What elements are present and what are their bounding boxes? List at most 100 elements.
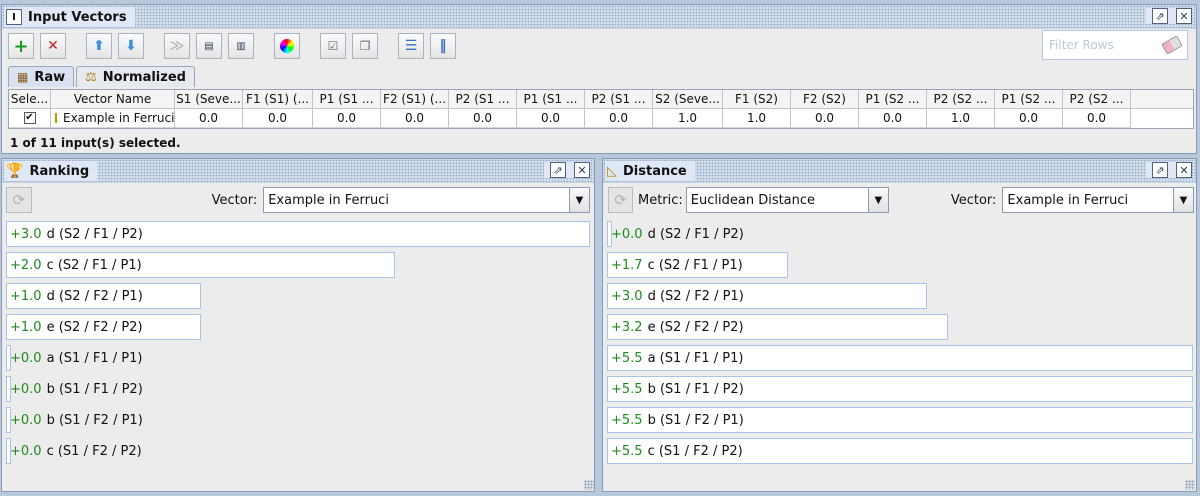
distance-controls: ⟳ Metric: Euclidean Distance ▼ Vector: E… bbox=[608, 186, 1194, 214]
close-icon[interactable]: ✕ bbox=[1176, 8, 1192, 24]
import-sheet-icon[interactable]: ▤ bbox=[196, 33, 222, 59]
resize-grip[interactable] bbox=[1185, 480, 1195, 490]
column-header[interactable]: P1 (S1 ... bbox=[313, 90, 381, 108]
list-item[interactable]: +0.0 a (S1 / F1 / P1) bbox=[6, 345, 143, 371]
column-header[interactable]: S1 (Seve... bbox=[175, 90, 243, 108]
input-vectors-titlebar[interactable]: I Input Vectors ⇗ ✕ bbox=[2, 5, 1196, 29]
column-header[interactable]: P1 (S2 ... bbox=[995, 90, 1063, 108]
column-header[interactable]: P2 (S1 ... bbox=[585, 90, 653, 108]
score-value: +1.0 bbox=[10, 319, 42, 335]
list-item[interactable]: +3.0 d (S2 / F2 / P1) bbox=[607, 283, 927, 309]
metric-select[interactable]: Euclidean Distance ▼ bbox=[685, 187, 889, 213]
vectors-table: Sele... Vector Name S1 (Seve... F1 (S1) (..… bbox=[8, 89, 1194, 129]
ranking-titlebar[interactable]: 🏆 Ranking ⇗ ✕ bbox=[2, 159, 594, 183]
list-item[interactable]: +2.0 c (S2 / F1 / P1) bbox=[6, 252, 395, 278]
column-header[interactable]: F1 (S1) (... bbox=[243, 90, 313, 108]
trophy-icon: 🏆 bbox=[6, 163, 24, 179]
export-sheet-icon[interactable]: ▥ bbox=[228, 33, 254, 59]
chevron-down-icon[interactable]: ▼ bbox=[1173, 188, 1193, 212]
item-label: e (S2 / F2 / P2) bbox=[46, 319, 143, 335]
vector-select[interactable]: Example in Ferruci ▼ bbox=[263, 187, 590, 213]
score-value: +0.0 bbox=[10, 381, 42, 397]
list-item[interactable]: +5.5 c (S1 / F2 / P2) bbox=[607, 438, 1193, 464]
resize-grip[interactable] bbox=[584, 480, 594, 490]
delete-icon[interactable]: ✕ bbox=[40, 33, 66, 59]
undock-icon[interactable]: ⇗ bbox=[550, 162, 566, 178]
table-cell[interactable]: 0.0 bbox=[995, 109, 1063, 128]
refresh-icon[interactable]: ⟳ bbox=[6, 187, 32, 213]
column-header[interactable]: S2 (Seve... bbox=[653, 90, 723, 108]
item-label: a (S1 / F1 / P1) bbox=[46, 350, 143, 366]
clear-filter-icon[interactable] bbox=[1161, 35, 1183, 55]
close-icon[interactable]: ✕ bbox=[574, 162, 590, 178]
table-cell[interactable]: 0.0 bbox=[791, 109, 859, 128]
column-header[interactable]: F2 (S2) bbox=[791, 90, 859, 108]
list-item[interactable]: +0.0 b (S1 / F1 / P2) bbox=[6, 376, 143, 402]
vector-select-value: Example in Ferruci bbox=[1007, 192, 1129, 208]
column-header[interactable]: P2 (S1 ... bbox=[449, 90, 517, 108]
table-cell[interactable]: 1.0 bbox=[927, 109, 995, 128]
table-row[interactable]: ✔ Example in Ferruci 0.0 0.0 0.0 0.0 0.0 0.0 0.0… bbox=[9, 109, 1193, 128]
chevron-down-icon[interactable]: ▼ bbox=[569, 188, 589, 212]
list-item[interactable]: +0.0 c (S1 / F2 / P2) bbox=[6, 438, 142, 464]
column-header[interactable]: F2 (S1) (... bbox=[381, 90, 449, 108]
filter-rows-field[interactable] bbox=[1042, 30, 1188, 60]
list-item[interactable]: +3.0 d (S2 / F1 / P2) bbox=[6, 221, 590, 247]
list-item[interactable]: +1.0 d (S2 / F2 / P1) bbox=[6, 283, 201, 309]
select-all-icon[interactable]: ☑ bbox=[320, 33, 346, 59]
select-cell[interactable]: ✔ bbox=[9, 109, 51, 128]
horizontal-layout-icon[interactable]: ☰ bbox=[398, 33, 424, 59]
select-none-icon[interactable]: ❐ bbox=[352, 33, 378, 59]
column-header[interactable]: Sele... bbox=[9, 90, 51, 108]
list-item[interactable]: +5.5 b (S1 / F1 / P2) bbox=[607, 376, 1193, 402]
distance-titlebar[interactable]: ◺ Distance ⇗ ✕ bbox=[603, 159, 1196, 183]
score-value: +0.0 bbox=[611, 226, 643, 242]
column-header[interactable]: Vector Name bbox=[51, 90, 175, 108]
table-cell[interactable]: 0.0 bbox=[313, 109, 381, 128]
table-cell[interactable]: 0.0 bbox=[585, 109, 653, 128]
add-icon[interactable]: + bbox=[8, 33, 34, 59]
column-header[interactable]: P2 (S2 ... bbox=[927, 90, 995, 108]
column-header[interactable]: P2 (S2 ... bbox=[1063, 90, 1131, 108]
move-up-icon[interactable]: ⬆ bbox=[86, 33, 112, 59]
score-value: +1.7 bbox=[611, 257, 643, 273]
score-value: +0.0 bbox=[10, 412, 42, 428]
table-cell[interactable]: 0.0 bbox=[517, 109, 585, 128]
table-cell[interactable]: 0.0 bbox=[859, 109, 927, 128]
list-item[interactable]: +1.7 c (S2 / F1 / P1) bbox=[607, 252, 788, 278]
item-label: d (S2 / F2 / P1) bbox=[647, 288, 744, 304]
chevron-down-icon[interactable]: ▼ bbox=[867, 188, 888, 212]
refresh-icon[interactable]: ⟳ bbox=[608, 187, 633, 213]
table-cell[interactable]: 1.0 bbox=[723, 109, 791, 128]
move-down-icon[interactable]: ⬇ bbox=[118, 33, 144, 59]
close-icon[interactable]: ✕ bbox=[1176, 162, 1192, 178]
list-item[interactable]: +0.0 b (S1 / F2 / P1) bbox=[6, 407, 143, 433]
vertical-layout-icon[interactable]: ‖ bbox=[430, 33, 456, 59]
table-cell[interactable]: 1.0 bbox=[653, 109, 723, 128]
filter-rows-input[interactable] bbox=[1049, 38, 1163, 52]
score-value: +1.0 bbox=[10, 288, 42, 304]
row-checkbox[interactable]: ✔ bbox=[23, 112, 36, 124]
undock-icon[interactable]: ⇗ bbox=[1152, 162, 1168, 178]
table-cell[interactable]: 0.0 bbox=[381, 109, 449, 128]
column-header[interactable]: F1 (S2) bbox=[723, 90, 791, 108]
table-cell[interactable]: 0.0 bbox=[449, 109, 517, 128]
list-item[interactable]: +1.0 e (S2 / F2 / P2) bbox=[6, 314, 201, 340]
undock-icon[interactable]: ⇗ bbox=[1152, 8, 1168, 24]
column-header[interactable]: P1 (S1 ... bbox=[517, 90, 585, 108]
table-cell[interactable]: 0.0 bbox=[175, 109, 243, 128]
forward-icon[interactable]: ≫ bbox=[164, 33, 190, 59]
column-header[interactable]: P1 (S2 ... bbox=[859, 90, 927, 108]
table-cell[interactable]: 0.0 bbox=[1063, 109, 1131, 128]
color-wheel-icon[interactable] bbox=[274, 33, 300, 59]
item-label: d (S2 / F1 / P2) bbox=[46, 226, 143, 242]
vector-name-cell[interactable]: Example in Ferruci bbox=[51, 109, 175, 128]
list-item[interactable]: +0.0 d (S2 / F1 / P2) bbox=[607, 221, 744, 247]
vector-select[interactable]: Example in Ferruci ▼ bbox=[1002, 187, 1194, 213]
list-item[interactable]: +5.5 a (S1 / F1 / P1) bbox=[607, 345, 1193, 371]
tab-raw[interactable]: ▦ Raw bbox=[8, 66, 75, 87]
table-cell[interactable]: 0.0 bbox=[243, 109, 313, 128]
list-item[interactable]: +3.2 e (S2 / F2 / P2) bbox=[607, 314, 948, 340]
list-item[interactable]: +5.5 b (S1 / F2 / P1) bbox=[607, 407, 1193, 433]
tab-normalized[interactable]: ⚖ Normalized bbox=[76, 66, 195, 87]
